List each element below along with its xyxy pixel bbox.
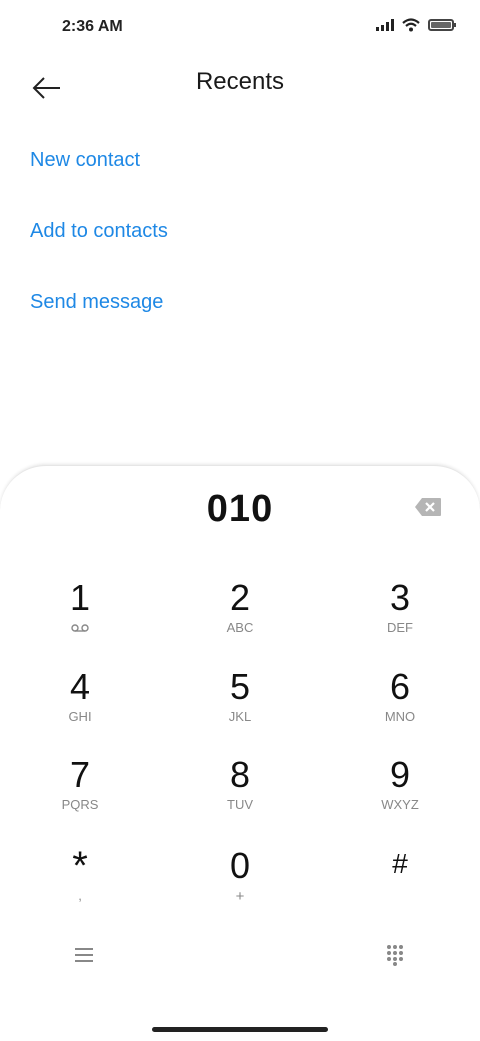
key-digit: 2 (229, 577, 251, 618)
key-7[interactable]: 7 PQRS (20, 755, 140, 831)
key-digit: # (392, 848, 408, 879)
key-digit: 3 (389, 577, 411, 618)
dialpad-toggle-button[interactable] (386, 944, 404, 971)
key-digit: 5 (229, 666, 251, 707)
voicemail-icon (20, 620, 140, 636)
key-star[interactable]: * , (20, 846, 140, 922)
backspace-icon (415, 498, 441, 516)
key-6[interactable]: 6 MNO (340, 667, 460, 743)
key-8[interactable]: 8 TUV (180, 755, 300, 831)
key-5[interactable]: 5 JKL (180, 667, 300, 743)
key-letters: + (235, 888, 245, 905)
dialpad-panel (0, 465, 480, 1041)
key-digit: 8 (229, 754, 251, 795)
key-letters: GHI (68, 709, 92, 724)
key-digit: 9 (389, 754, 411, 795)
key-digit: 0 (229, 845, 251, 886)
key-digit: * (72, 844, 88, 888)
key-digit: 7 (69, 754, 91, 795)
key-digit: 4 (69, 666, 91, 707)
key-letters: TUV (227, 797, 253, 812)
key-digit: 6 (389, 666, 411, 707)
menu-button[interactable] (74, 946, 94, 969)
key-letters (340, 886, 460, 902)
battery-icon (428, 19, 456, 31)
key-letters: DEF (387, 620, 413, 635)
send-message-link[interactable]: Send message (30, 291, 163, 314)
key-9[interactable]: 9 WXYZ (340, 755, 460, 831)
key-2[interactable]: 2 ABC (180, 578, 300, 654)
key-letters: , (78, 888, 82, 903)
add-to-contacts-link[interactable]: Add to contacts (30, 220, 168, 243)
signal-icon (376, 19, 394, 31)
header: Recents (0, 56, 480, 108)
key-letters: WXYZ (381, 797, 419, 812)
page-title: Recents (195, 68, 285, 95)
status-icons (376, 18, 456, 32)
home-indicator[interactable] (152, 1027, 328, 1032)
dialpad-icon (387, 945, 403, 966)
status-time: 2:36 AM (62, 18, 123, 35)
key-letters: MNO (384, 709, 416, 724)
key-letters: JKL (228, 709, 252, 724)
wifi-icon (402, 18, 420, 32)
key-0[interactable]: 0 + (180, 846, 300, 922)
key-4[interactable]: 4 GHI (20, 667, 140, 743)
key-digit: 1 (69, 577, 91, 618)
new-contact-link[interactable]: New contact (30, 149, 140, 172)
status-bar: 2:36 AM (0, 0, 480, 56)
key-letters: ABC (226, 620, 254, 635)
backspace-button[interactable] (414, 497, 442, 517)
key-hash[interactable]: # (340, 844, 460, 920)
menu-icon (75, 948, 93, 962)
key-3[interactable]: 3 DEF (340, 578, 460, 654)
key-1[interactable]: 1 (20, 578, 140, 654)
dialed-number: 010 (206, 488, 274, 530)
key-letters: PQRS (61, 797, 99, 812)
